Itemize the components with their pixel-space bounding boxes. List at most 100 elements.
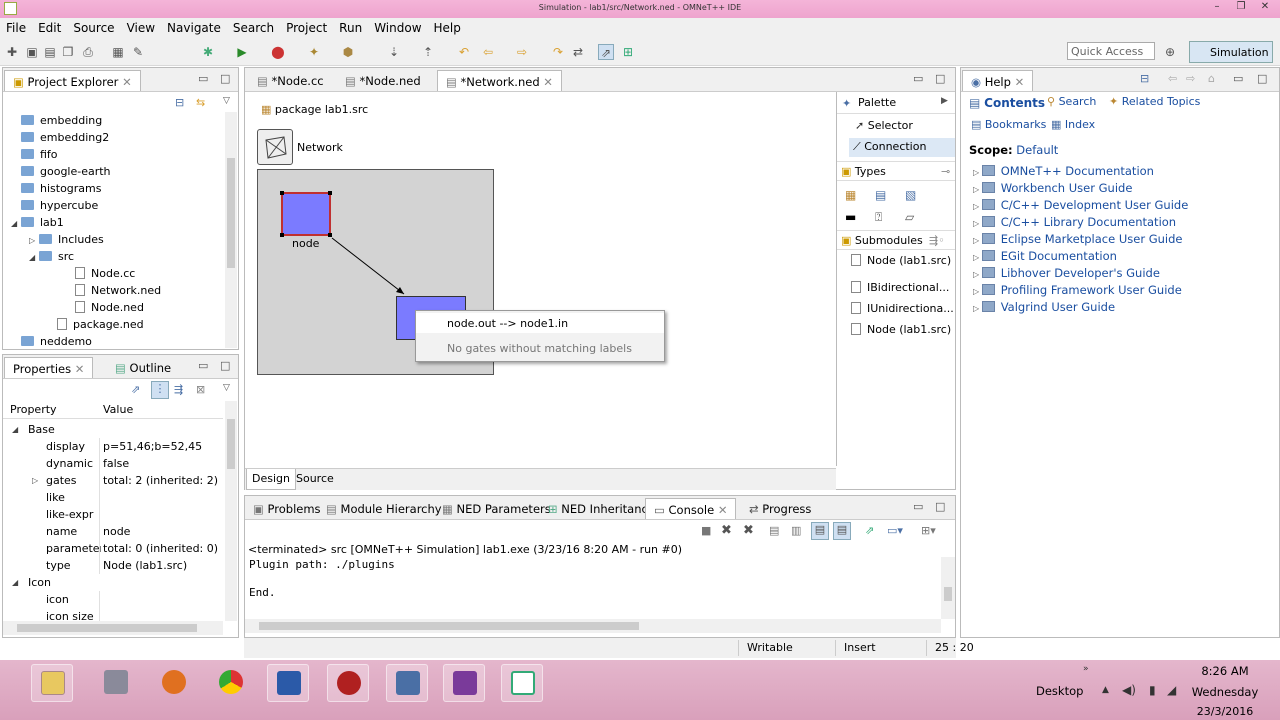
show-on-error-icon[interactable]: ▤ [833,522,851,540]
forward-icon[interactable]: ⇨ [514,44,530,60]
help-book-item[interactable]: ▷ C/C++ Development User Guide [973,197,1188,214]
property-row[interactable]: dynamic false [3,455,223,472]
tab-node-cc[interactable]: ▤ *Node.cc [249,70,332,91]
next-annotation-icon[interactable]: ⇣ [386,44,402,60]
tab-project-explorer[interactable]: ▣ Project Explorer ✕ [4,70,141,91]
network-icon[interactable] [257,129,293,165]
collapse-all-icon[interactable]: ⊟ [175,96,184,109]
copy-icon[interactable]: ❐ [60,44,76,60]
menu-search[interactable]: Search [227,18,280,36]
maximize-view-icon[interactable]: □ [935,72,945,85]
submodules-drawer[interactable]: ▣ Submodules ⇶◦ [837,230,955,250]
display-console-icon[interactable]: ▭▾ [887,524,903,537]
taskbar-app[interactable] [327,664,369,702]
tree-item[interactable]: package.ned [47,316,144,333]
expanded-arrow-icon[interactable]: ◢ [12,421,18,438]
tab-problems[interactable]: ▣ Problems [245,498,329,519]
back-icon[interactable]: ⇦ [480,44,496,60]
tab-help[interactable]: ◉ Help ✕ [962,70,1034,91]
maximize-view-icon[interactable]: □ [220,359,230,372]
type-interface-icon[interactable]: ⍰ [875,210,882,225]
property-row[interactable]: parameter total: 0 (inherited: 0) [3,540,223,557]
taskbar-omnet[interactable] [443,664,485,702]
submodule-ibidirectional[interactable]: IBidirectional... [851,281,949,294]
help-contents-link[interactable]: ▤ Contents [969,96,1045,110]
maximize-view-icon[interactable]: □ [1257,72,1267,85]
view-menu-icon[interactable]: ▽ [223,96,230,106]
menu-help[interactable]: Help [428,18,467,36]
taskbar-paint[interactable] [95,664,137,702]
print-icon[interactable]: ⎙ [80,44,96,60]
submodule-node[interactable]: Node (lab1.src) [851,323,951,336]
nav-icon[interactable]: ⇄ [570,44,586,60]
help-index-link[interactable]: ▦ Index [1051,118,1095,131]
type-module-icon[interactable]: ▤ [875,188,886,202]
tab-progress[interactable]: ⇄ Progress [741,498,819,519]
console-output[interactable]: Plugin path: ./plugins End. [245,557,941,619]
help-book-item[interactable]: ▷ EGit Documentation [973,248,1117,265]
show-categories-icon[interactable]: ⋮ [151,381,169,399]
terminate-icon[interactable]: ■ [701,524,711,537]
prev-annotation-icon[interactable]: ⇡ [420,44,436,60]
property-row[interactable]: name node [3,523,223,540]
scope-value[interactable]: Default [1016,143,1058,157]
property-row[interactable]: ◢ Base [3,421,223,438]
help-book-item[interactable]: ▷ Eclipse Marketplace User Guide [973,231,1182,248]
tree-item[interactable]: ▷ Includes [29,231,104,248]
collapsed-arrow-icon[interactable]: ▷ [973,219,982,228]
menu-window[interactable]: Window [368,18,427,36]
collapsed-arrow-icon[interactable]: ▷ [973,236,982,245]
tree-item[interactable]: Network.ned [65,282,161,299]
property-row[interactable]: display p=51,46;b=52,45 [3,438,223,455]
remove-launch-icon[interactable]: ✖ [721,523,732,538]
volume-icon[interactable]: ◀) [1122,683,1136,697]
collapsed-arrow-icon[interactable]: ▷ [29,232,39,249]
minimize-view-icon[interactable]: ▭ [1233,72,1243,85]
taskbar-ide[interactable] [501,664,543,702]
close-icon[interactable]: ✕ [1015,75,1025,89]
property-value[interactable]: false [103,455,129,472]
last-edit-icon[interactable]: ↶ [456,44,472,60]
close-icon[interactable]: ✕ [75,362,85,376]
minimize-view-icon[interactable]: ▭ [913,500,923,513]
tree-item[interactable]: Node.ned [65,299,144,316]
ned-canvas[interactable]: ▦ package lab1.src Network node node.out… [245,92,836,466]
property-row[interactable]: like-expr [3,506,223,523]
scrollbar[interactable] [225,112,237,348]
advanced-icon[interactable]: ⇶ [174,383,183,396]
minimize-view-icon[interactable]: ▭ [913,72,923,85]
collapsed-arrow-icon[interactable]: ▷ [32,472,38,489]
property-row[interactable]: type Node (lab1.src) [3,557,223,574]
menu-run[interactable]: Run [333,18,368,36]
tree-item[interactable]: ◢ src [29,248,74,265]
clear-console-icon[interactable]: ▤ [769,524,779,537]
tree-item[interactable]: google-earth [11,163,111,180]
submodule-iunidirectional[interactable]: IUnidirectiona... [851,302,954,315]
pin-console-icon[interactable]: ⇗ [865,524,874,537]
run-icon[interactable]: ▶ [234,44,250,60]
expanded-arrow-icon[interactable]: ◢ [11,215,21,232]
tab-console[interactable]: ▭ Console ✕ [645,498,737,519]
type-simple-icon[interactable]: ▦ [845,188,856,202]
scroll-lock-icon[interactable]: ▥ [791,524,801,537]
tree-item[interactable]: Node.cc [65,265,135,282]
remove-all-icon[interactable]: ✖ [743,523,754,538]
property-value[interactable]: Node (lab1.src) [103,557,187,574]
restore-button[interactable]: ❐ [1229,0,1253,16]
property-value[interactable]: total: 2 (inherited: 2) [103,472,218,489]
property-row[interactable]: icon [3,591,223,608]
help-book-item[interactable]: ▷ Libhover Developer's Guide [973,265,1160,282]
filter-icon[interactable]: ⇶◦ [929,234,945,247]
expanded-arrow-icon[interactable]: ◢ [29,249,39,266]
close-icon[interactable]: ✕ [718,503,728,517]
help-book-item[interactable]: ▷ Valgrind User Guide [973,299,1115,316]
collapsed-arrow-icon[interactable]: ▷ [973,202,982,211]
link-editor-icon[interactable]: ⇆ [196,96,205,109]
menu-source[interactable]: Source [67,18,120,36]
tree-item[interactable]: embedding [11,112,102,129]
menu-view[interactable]: View [121,18,161,36]
property-row[interactable]: ◢ Icon [3,574,223,591]
new-icon[interactable]: ✚ [4,44,20,60]
debug-icon[interactable]: ✱ [200,44,216,60]
menu-navigate[interactable]: Navigate [161,18,227,36]
